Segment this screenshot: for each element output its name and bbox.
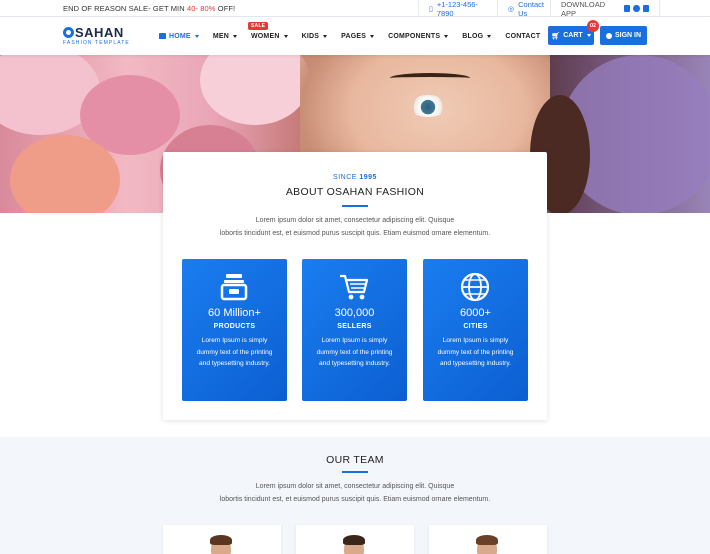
stat-label: SELLERS: [337, 323, 372, 330]
chevron-down-icon: [323, 34, 328, 38]
nav-label: MEN: [212, 32, 229, 40]
contact-us-link[interactable]: ◎ Contact Us: [497, 0, 551, 18]
shopping-cart-icon: [340, 274, 369, 300]
sale-badge: SALE: [247, 21, 269, 30]
nav-label: HOME: [169, 32, 191, 40]
flower-shape: [200, 55, 310, 125]
stat-value: 300,000: [334, 307, 375, 319]
model-eyebrow: [390, 73, 470, 83]
sign-in-label: SIGN IN: [614, 32, 642, 39]
logo[interactable]: SAHAN FASHION TEMPLATE: [63, 25, 130, 46]
nav-item-pages[interactable]: PAGES: [341, 32, 375, 40]
stat-label: PRODUCTS: [213, 323, 256, 330]
stat-value: 60 Million+: [208, 307, 261, 319]
chevron-down-icon: [444, 34, 449, 38]
nav-label: WOMEN: [250, 32, 280, 40]
member-hair: [476, 535, 498, 545]
chevron-down-icon: [586, 34, 591, 37]
since-year: 1995: [359, 174, 377, 181]
logo-name: SAHAN: [75, 25, 124, 40]
title-underline: [342, 205, 368, 207]
top-bar: END OF REASON SALE- GET MIN 40- 80% OFF!…: [0, 0, 710, 18]
phone-link[interactable]: ▯ +1-123-456-7890: [418, 0, 498, 18]
member-hair: [343, 535, 365, 545]
apple-icon[interactable]: [633, 5, 640, 12]
download-app: DOWNLOAD APP: [550, 0, 660, 18]
team-member-card[interactable]: [163, 525, 281, 554]
nav-item-contact[interactable]: CONTACT: [505, 33, 540, 40]
chevron-down-icon: [283, 34, 288, 38]
home-icon: [159, 33, 166, 39]
contact-label: Contact Us: [518, 0, 544, 18]
phone-icon: ▯: [429, 5, 433, 13]
stat-card-sellers: 300,000 SELLERS Lorem Ipsum is simply du…: [302, 259, 407, 401]
team-member-card[interactable]: [296, 525, 414, 554]
team-title: OUR TEAM: [326, 454, 384, 466]
team-description: Lorem ipsum dolor sit amet, consectetur …: [219, 483, 491, 503]
nav-item-kids[interactable]: KIDS: [302, 33, 328, 40]
member-hair: [210, 535, 232, 545]
stat-description: Lorem Ipsum is simply dummy text of the …: [437, 337, 514, 367]
windows-icon[interactable]: [624, 5, 631, 12]
stat-value: 6000+: [460, 307, 491, 319]
nav-label: COMPONENTS: [388, 32, 441, 40]
nav-item-women[interactable]: SALE WOMEN: [247, 21, 288, 40]
stat-description: Lorem Ipsum is simply dummy text of the …: [316, 337, 393, 367]
promo-text: END OF REASON SALE- GET MIN 40- 80% OFF!: [63, 4, 236, 13]
phone-number: +1-123-456-7890: [436, 0, 478, 18]
about-description: Lorem ipsum dolor sit amet, consectetur …: [219, 217, 491, 237]
nav-item-blog[interactable]: BLOG: [462, 32, 492, 40]
nav-label: PAGES: [341, 32, 367, 40]
since-text: SINCE 1995: [333, 174, 377, 181]
cart-count-badge: 02: [587, 20, 599, 32]
team-section: OUR TEAM Lorem ipsum dolor sit amet, con…: [0, 437, 710, 554]
chevron-down-icon: [487, 34, 492, 38]
nav-item-men[interactable]: MEN: [213, 33, 237, 40]
main-navbar: SAHAN FASHION TEMPLATE HOME MEN SALE WOME…: [0, 17, 710, 55]
promo-discount: 40- 80%: [186, 4, 216, 13]
download-label: DOWNLOAD APP: [561, 0, 606, 18]
about-title: ABOUT OSAHAN FASHION: [285, 186, 425, 198]
chevron-down-icon: [232, 34, 237, 38]
cart-icon: 🛒︎: [551, 32, 561, 40]
chevron-down-icon: [194, 34, 199, 38]
sign-in-button[interactable]: SIGN IN: [600, 26, 647, 45]
stat-description: Lorem Ipsum is simply dummy text of the …: [196, 337, 273, 367]
globe-icon: [460, 272, 490, 302]
chevron-down-icon: [370, 34, 375, 38]
stat-label: CITIES: [463, 323, 488, 330]
model-eye: [408, 95, 448, 117]
logo-mark: [63, 27, 74, 38]
team-member-card[interactable]: [429, 525, 547, 554]
nav-label: CONTACT: [505, 32, 541, 40]
nav-label: KIDS: [301, 32, 320, 40]
cart-button[interactable]: 🛒︎ CART 02: [548, 20, 599, 45]
about-card: SINCE 1995 ABOUT OSAHAN FASHION Lorem ip…: [163, 152, 547, 420]
headset-icon: ◎: [508, 5, 515, 13]
nav-menu: HOME MEN SALE WOMEN KIDS PAGES COMPONENTS…: [159, 17, 554, 55]
android-icon[interactable]: [642, 5, 649, 12]
stat-card-products: 60 Million+ PRODUCTS Lorem Ipsum is simp…: [182, 259, 287, 401]
nav-item-components[interactable]: COMPONENTS: [388, 32, 449, 40]
cart-label: CART: [563, 32, 583, 39]
nav-item-home[interactable]: HOME: [159, 33, 199, 40]
user-icon: [605, 32, 612, 39]
title-underline: [342, 471, 368, 473]
stat-card-cities: 6000+ CITIES Lorem Ipsum is simply dummy…: [423, 259, 528, 401]
logo-tagline: FASHION TEMPLATE: [63, 40, 130, 46]
nav-label: BLOG: [462, 32, 484, 40]
archive-box-icon: [220, 274, 248, 301]
